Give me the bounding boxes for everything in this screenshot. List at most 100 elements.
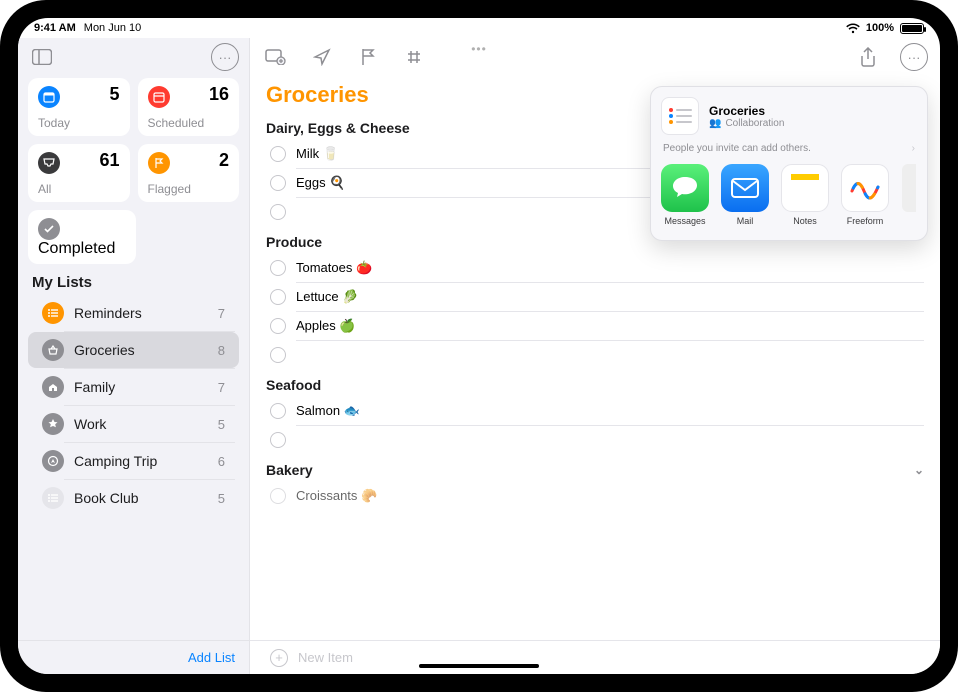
reminder-label: Milk 🥛 xyxy=(296,146,339,162)
chevron-right-icon: › xyxy=(912,143,915,154)
list-count: 6 xyxy=(218,454,225,469)
tag-button[interactable] xyxy=(400,43,428,71)
share-app-label: Notes xyxy=(793,216,817,226)
notes-app-icon xyxy=(781,164,829,212)
share-app-notes[interactable]: Notes xyxy=(781,164,829,226)
smartlist-count: 5 xyxy=(109,84,119,105)
share-subtitle: Collaboration xyxy=(725,118,784,129)
share-app-label: Mail xyxy=(737,216,754,226)
reminder-label: Apples 🍏 xyxy=(296,318,356,334)
share-button[interactable] xyxy=(854,43,882,71)
compass-icon xyxy=(42,450,64,472)
section-heading-label: Dairy, Eggs & Cheese xyxy=(266,120,410,136)
share-title: Groceries xyxy=(709,104,784,118)
list-row-groceries[interactable]: Groceries 8 xyxy=(28,332,239,368)
section-heading-label: Produce xyxy=(266,234,322,250)
list-thumbnail-icon xyxy=(661,97,699,135)
detail-more-button[interactable]: ··· xyxy=(900,43,928,71)
smartlist-label: Flagged xyxy=(148,182,191,196)
reminder-blank-row[interactable] xyxy=(250,341,940,369)
share-app-messages[interactable]: Messages xyxy=(661,164,709,226)
smart-lists-grid: 5 Today 16 Scheduled 61 xyxy=(18,72,249,202)
list-count: 7 xyxy=(218,380,225,395)
list-bullet-icon xyxy=(42,302,64,324)
list-detail: ··· Groceries Dairy, Eggs & Cheese Milk … xyxy=(250,38,940,674)
list-count: 8 xyxy=(218,343,225,358)
share-app-mail[interactable]: Mail xyxy=(721,164,769,226)
share-apps-row: Messages Mail Notes xyxy=(661,164,917,226)
sidebar-more-button[interactable]: ··· xyxy=(211,43,239,71)
calendar-scheduled-icon xyxy=(148,86,170,108)
smartlist-scheduled[interactable]: 16 Scheduled xyxy=(138,78,240,136)
list-row-camping-trip[interactable]: Camping Trip 6 xyxy=(28,443,239,479)
smartlist-flagged[interactable]: 2 Flagged xyxy=(138,144,240,202)
share-app-freeform[interactable]: Freeform xyxy=(841,164,889,226)
flag-button[interactable] xyxy=(354,43,382,71)
share-permissions-row[interactable]: People you invite can add others. › xyxy=(661,135,917,164)
calendar-today-icon xyxy=(38,86,60,108)
list-count: 7 xyxy=(218,306,225,321)
location-button[interactable] xyxy=(308,43,336,71)
complete-toggle[interactable] xyxy=(270,347,286,363)
share-app-more[interactable] xyxy=(901,164,917,226)
complete-toggle[interactable] xyxy=(270,289,286,305)
section-heading-label: Seafood xyxy=(266,377,321,393)
reminder-item[interactable]: Tomatoes 🍅 xyxy=(250,254,940,282)
complete-toggle[interactable] xyxy=(270,146,286,162)
reminder-blank-row[interactable] xyxy=(250,426,940,454)
list-row-work[interactable]: Work 5 xyxy=(28,406,239,442)
share-app-label: Freeform xyxy=(847,216,884,226)
sidebar: ··· 5 Today 16 Sch xyxy=(18,38,250,674)
complete-toggle[interactable] xyxy=(270,403,286,419)
share-note-text: People you invite can add others. xyxy=(663,143,811,154)
detail-toolbar: ··· xyxy=(250,38,940,72)
section-header[interactable]: Bakery ⌄ xyxy=(250,454,940,482)
share-header[interactable]: Groceries 👥 Collaboration xyxy=(661,97,917,135)
add-item-icon[interactable]: + xyxy=(270,649,288,667)
people-icon: 👥 xyxy=(709,118,721,129)
list-row-book-club[interactable]: Book Club 5 xyxy=(28,480,239,516)
share-sheet: Groceries 👥 Collaboration People you invi… xyxy=(650,86,928,241)
messages-app-icon xyxy=(661,164,709,212)
reminders-app: ··· 5 Today 16 Sch xyxy=(18,38,940,674)
smartlist-label: Today xyxy=(38,116,70,130)
list-row-reminders[interactable]: Reminders 7 xyxy=(28,295,239,331)
add-list-button[interactable]: Add List xyxy=(188,650,235,665)
star-icon xyxy=(42,413,64,435)
home-indicator[interactable] xyxy=(419,664,539,668)
new-section-button[interactable] xyxy=(262,43,290,71)
device-frame: 9:41 AM Mon Jun 10 100% ••• ··· xyxy=(0,0,958,692)
checkmark-icon xyxy=(38,218,60,240)
statusbar-time: 9:41 AM xyxy=(34,22,76,34)
reminder-item[interactable]: Croissants 🥐 xyxy=(250,482,940,510)
sidebar-toggle-button[interactable] xyxy=(28,43,56,71)
smartlist-today[interactable]: 5 Today xyxy=(28,78,130,136)
smartlist-all[interactable]: 61 All xyxy=(28,144,130,202)
screen: 9:41 AM Mon Jun 10 100% ••• ··· xyxy=(18,18,940,674)
complete-toggle[interactable] xyxy=(270,432,286,448)
list-row-family[interactable]: Family 7 xyxy=(28,369,239,405)
complete-toggle[interactable] xyxy=(270,488,286,504)
smartlist-count: 61 xyxy=(99,150,119,171)
list-name: Reminders xyxy=(74,305,208,321)
section-header[interactable]: Seafood xyxy=(250,369,940,397)
reminder-item[interactable]: Apples 🍏 xyxy=(250,312,940,340)
complete-toggle[interactable] xyxy=(270,318,286,334)
smartlist-completed[interactable]: Completed xyxy=(28,210,136,264)
complete-toggle[interactable] xyxy=(270,175,286,191)
new-item-row[interactable]: + New Item xyxy=(250,640,940,674)
chevron-down-icon[interactable]: ⌄ xyxy=(914,463,924,477)
partial-app-icon xyxy=(902,164,916,212)
reminder-item[interactable]: Lettuce 🥬 xyxy=(250,283,940,311)
wifi-icon xyxy=(846,23,860,34)
house-icon xyxy=(42,376,64,398)
complete-toggle[interactable] xyxy=(270,260,286,276)
new-item-placeholder: New Item xyxy=(298,650,353,665)
reminder-item[interactable]: Salmon 🐟 xyxy=(250,397,940,425)
reminder-label: Tomatoes 🍅 xyxy=(296,260,372,276)
complete-toggle[interactable] xyxy=(270,204,286,220)
list-count: 5 xyxy=(218,417,225,432)
section-heading-label: Bakery xyxy=(266,462,313,478)
basket-icon xyxy=(42,339,64,361)
mylists-heading: My Lists xyxy=(18,264,249,295)
